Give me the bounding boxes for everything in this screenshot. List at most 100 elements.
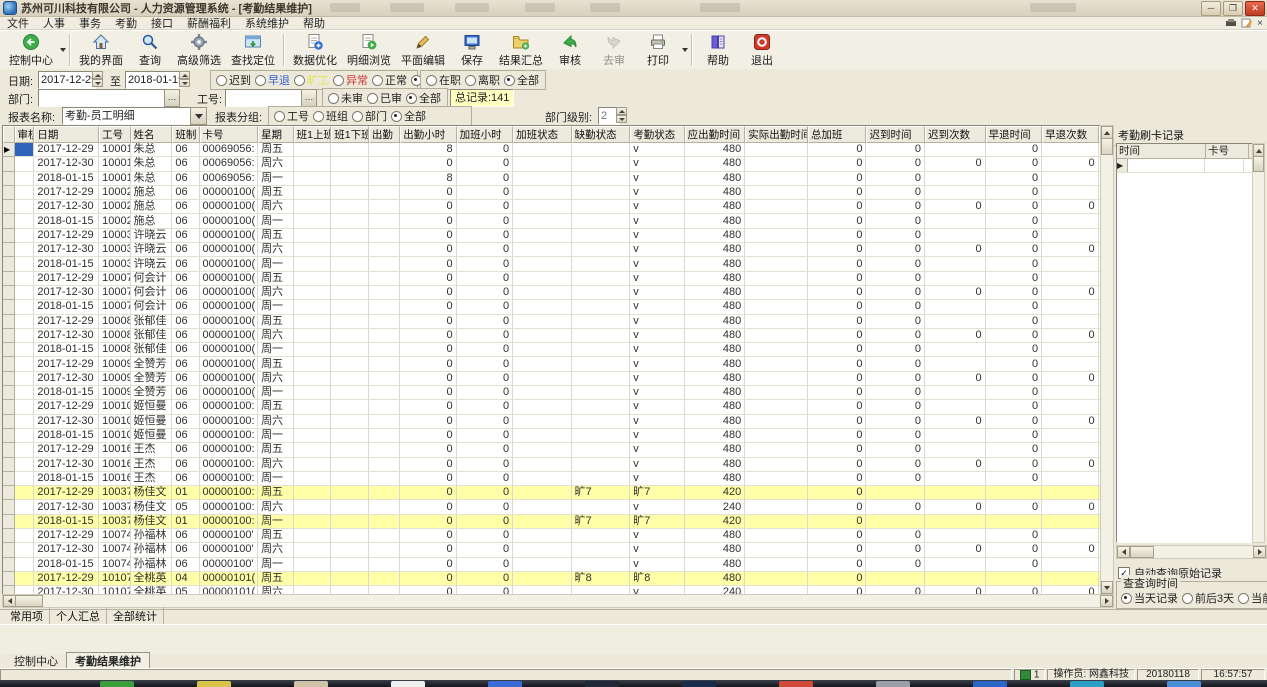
toolbar-button-查询[interactable]: 查询	[128, 31, 172, 69]
toolbar-button-数据优化[interactable]: 数据优化	[288, 31, 342, 69]
table-cell[interactable]	[15, 429, 35, 443]
table-cell[interactable]	[331, 558, 369, 572]
radio-reportgroup-工号[interactable]: 工号	[274, 108, 309, 124]
table-cell[interactable]	[745, 472, 808, 486]
table-cell[interactable]	[745, 272, 808, 286]
table-cell[interactable]: 05	[172, 586, 199, 594]
table-cell[interactable]: 0	[808, 515, 867, 529]
radio-querytime-前后3天[interactable]: 前后3天	[1182, 590, 1234, 606]
table-cell[interactable]: 周一	[258, 386, 294, 400]
table-cell[interactable]	[513, 357, 572, 371]
table-cell[interactable]: 0	[400, 272, 456, 286]
table-cell[interactable]: 0	[400, 500, 456, 514]
table-cell[interactable]: 0	[866, 257, 925, 271]
table-cell[interactable]	[745, 515, 808, 529]
table-cell[interactable]	[15, 243, 35, 257]
table-cell[interactable]: 0	[866, 200, 925, 214]
table-cell[interactable]: 00000100(	[200, 200, 259, 214]
table-cell[interactable]: 0	[808, 529, 867, 543]
dept-input[interactable]	[38, 89, 168, 107]
dept-level-spinner[interactable]	[616, 107, 627, 123]
table-cell[interactable]: 480	[685, 214, 746, 228]
table-cell[interactable]: 00000100:	[200, 500, 259, 514]
table-cell[interactable]: 06	[172, 458, 199, 472]
table-cell[interactable]: 0	[400, 586, 456, 594]
grid-horizontal-scrollbar[interactable]	[2, 594, 1114, 608]
table-cell[interactable]: v	[630, 372, 684, 386]
table-cell[interactable]: 周五	[258, 357, 294, 371]
taskbar-app-icon[interactable]	[682, 681, 716, 687]
table-cell[interactable]	[294, 343, 332, 357]
table-cell[interactable]	[294, 200, 332, 214]
date-from-input[interactable]: 2017-12-29	[38, 71, 96, 89]
table-cell[interactable]	[925, 486, 986, 500]
table-cell[interactable]: 06	[172, 200, 199, 214]
table-cell[interactable]: 旷7	[572, 515, 631, 529]
table-cell[interactable]: 480	[685, 429, 746, 443]
table-cell[interactable]: 孙福林	[131, 529, 173, 543]
table-cell[interactable]: v	[630, 229, 684, 243]
table-cell[interactable]	[294, 400, 332, 414]
table-cell[interactable]	[15, 529, 35, 543]
table-cell[interactable]	[294, 543, 332, 557]
table-cell[interactable]	[572, 186, 631, 200]
table-cell[interactable]: 2017-12-30	[34, 200, 99, 214]
table-cell[interactable]	[369, 372, 400, 386]
table-cell[interactable]: 04	[172, 572, 199, 586]
table-row[interactable]: ▶2017-12-2910001朱总0600069056:周五80v480000	[3, 143, 1101, 157]
report-name-select[interactable]: 考勤-员工明细	[62, 107, 195, 125]
table-cell[interactable]	[294, 500, 332, 514]
table-cell[interactable]: 周一	[258, 558, 294, 572]
table-row[interactable]: 2017-12-2910003许晓云0600000100(周五00v480000	[3, 229, 1101, 243]
table-cell[interactable]: 0	[986, 300, 1042, 314]
table-cell[interactable]: 0	[400, 200, 456, 214]
table-cell[interactable]: 06	[172, 415, 199, 429]
table-cell[interactable]	[572, 300, 631, 314]
table-cell[interactable]	[369, 472, 400, 486]
scroll-thumb[interactable]	[1253, 156, 1264, 172]
table-cell[interactable]: 张郁佳	[131, 329, 173, 343]
table-cell[interactable]	[331, 272, 369, 286]
table-cell[interactable]: 0	[457, 243, 513, 257]
table-cell[interactable]	[1042, 386, 1098, 400]
table-cell[interactable]: 0	[457, 329, 513, 343]
table-cell[interactable]: 0	[400, 300, 456, 314]
table-cell[interactable]: 0	[925, 157, 986, 171]
table-cell[interactable]	[513, 400, 572, 414]
table-cell[interactable]	[331, 357, 369, 371]
table-cell[interactable]	[513, 200, 572, 214]
table-cell[interactable]: 10010	[99, 429, 130, 443]
table-cell[interactable]: 06	[172, 286, 199, 300]
table-cell[interactable]: 姬恒曼	[131, 400, 173, 414]
table-cell[interactable]: 0	[400, 515, 456, 529]
summary-tab-个人汇总[interactable]: 个人汇总	[50, 607, 107, 625]
table-cell[interactable]: 朱总	[131, 157, 173, 171]
toolbar-button-帮助[interactable]: 帮助	[696, 31, 740, 69]
table-cell[interactable]: 许晓云	[131, 243, 173, 257]
table-cell[interactable]: 0	[925, 415, 986, 429]
table-cell[interactable]	[294, 257, 332, 271]
table-cell[interactable]: 0	[457, 286, 513, 300]
table-cell[interactable]	[15, 486, 35, 500]
table-cell[interactable]: 0	[457, 572, 513, 586]
table-cell[interactable]	[15, 214, 35, 228]
table-cell[interactable]	[513, 529, 572, 543]
table-cell[interactable]	[513, 372, 572, 386]
table-cell[interactable]: 2017-12-29	[34, 315, 99, 329]
table-cell[interactable]	[331, 486, 369, 500]
table-row[interactable]: 2018-01-1510037杨佳文0100000100:周一00旷7旷7420…	[3, 515, 1101, 529]
table-cell[interactable]	[331, 286, 369, 300]
table-cell[interactable]: 周六	[258, 415, 294, 429]
table-cell[interactable]	[294, 357, 332, 371]
table-cell[interactable]: 06	[172, 229, 199, 243]
table-cell[interactable]	[925, 429, 986, 443]
table-cell[interactable]	[745, 229, 808, 243]
table-cell[interactable]: 00069056:	[200, 157, 259, 171]
table-cell[interactable]	[925, 172, 986, 186]
toolbar-button-退出[interactable]: 退出	[740, 31, 784, 69]
table-cell[interactable]: v	[630, 543, 684, 557]
table-cell[interactable]: 0	[808, 415, 867, 429]
table-cell[interactable]	[1042, 486, 1098, 500]
table-cell[interactable]: 480	[685, 143, 746, 157]
table-cell[interactable]	[331, 586, 369, 594]
